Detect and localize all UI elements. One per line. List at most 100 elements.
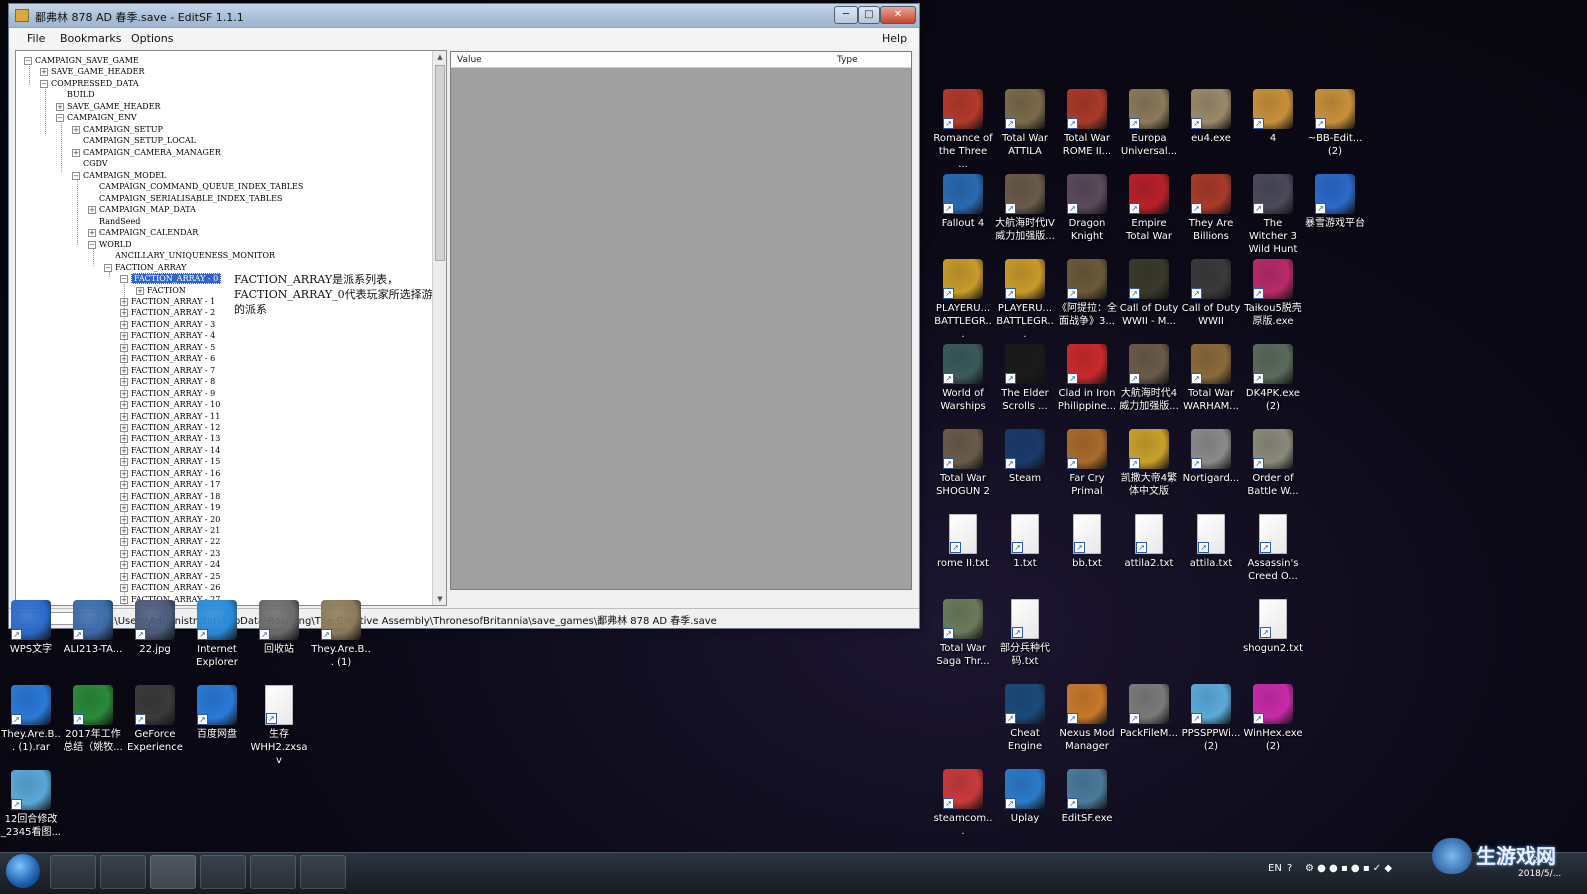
tree-node-faction[interactable]: + FACTION_ARRAY - 5 [120, 343, 215, 353]
desktop-icon[interactable]: ↗ Call of Duty WWII [1181, 259, 1241, 328]
menu-bookmarks[interactable]: Bookmarks [60, 32, 121, 45]
desktop-icon[interactable]: ↗ PPSSPPWi... (2) [1181, 684, 1241, 753]
desktop-icon[interactable]: ↗ 2017年工作总结（姚牧... [63, 685, 123, 754]
desktop-icon[interactable]: ↗ The Elder Scrolls ... [995, 344, 1055, 413]
desktop-icon[interactable]: ↗ steamcom... [933, 769, 993, 838]
tree-node[interactable]: ANCILLARY_UNIQUENESS_MONITOR [115, 251, 275, 261]
taskbar-browser-icon[interactable] [50, 855, 96, 889]
desktop-icon[interactable]: ↗ Order of Battle W... [1243, 429, 1303, 498]
desktop-icon[interactable]: ↗ Steam [995, 429, 1055, 485]
tree-node-faction[interactable]: + FACTION_ARRAY - 16 [120, 469, 220, 479]
tree-node-faction[interactable]: + FACTION_ARRAY - 21 [120, 526, 220, 536]
desktop-icon[interactable]: ↗ Total War SHOGUN 2 [933, 429, 993, 498]
desktop-icon[interactable]: ↗ ~BB-Edit... (2) [1305, 89, 1365, 158]
scroll-down-icon[interactable]: ▼ [433, 595, 446, 603]
tree-node-faction[interactable]: + FACTION_ARRAY - 6 [120, 354, 215, 364]
language-indicator[interactable]: EN [1268, 863, 1282, 874]
desktop-icon[interactable]: ↗ Romance of the Three ... [933, 89, 993, 171]
desktop-icon[interactable]: ↗ Europa Universal... [1119, 89, 1179, 158]
tree-node-faction[interactable]: + FACTION_ARRAY - 18 [120, 492, 220, 502]
desktop-icon[interactable]: ↗ Cheat Engine [995, 684, 1055, 753]
desktop-icon[interactable]: ↗ 1.txt [995, 514, 1055, 570]
tree-node[interactable]: CGDV [83, 159, 108, 169]
desktop-icon[interactable]: ↗ 暴雪游戏平台 [1305, 174, 1365, 230]
desktop-icon[interactable]: ↗ Total War ATTILA [995, 89, 1055, 158]
desktop-icon[interactable]: ↗ The Witcher 3 Wild Hunt [1243, 174, 1303, 256]
desktop-icon[interactable]: ↗ WPS文字 [1, 600, 61, 656]
desktop-icon[interactable]: ↗ They.Are.B... (1) [311, 600, 371, 669]
desktop-icon[interactable]: ↗ Total War ROME II... [1057, 89, 1117, 158]
desktop-icon[interactable]: ↗ 生存WHH2.zxsav [249, 685, 309, 767]
desktop-icon[interactable]: ↗ eu4.exe [1181, 89, 1241, 145]
desktop-icon[interactable]: ↗ 百度网盘 [187, 685, 247, 741]
tree-node[interactable]: + CAMPAIGN_SETUP [72, 125, 163, 135]
desktop-icon[interactable]: ↗ ALI213-TA... [63, 600, 123, 656]
tree-node-faction[interactable]: + FACTION_ARRAY - 13 [120, 434, 220, 444]
tree-node[interactable]: + FACTION [136, 286, 186, 296]
value-panel[interactable]: Value Type [450, 51, 912, 590]
tree-node[interactable]: − WORLD [88, 240, 132, 250]
tree-node[interactable]: CAMPAIGN_SERIALISABLE_INDEX_TABLES [99, 194, 282, 204]
minimize-button[interactable]: ─ [834, 6, 858, 24]
tree-node[interactable]: − FACTION_ARRAY [104, 263, 186, 273]
scroll-thumb[interactable] [435, 65, 445, 261]
menu-file[interactable]: File [27, 32, 45, 45]
start-button[interactable] [6, 854, 40, 888]
taskbar-tool-icon[interactable] [300, 855, 346, 889]
tree-node-faction[interactable]: + FACTION_ARRAY - 8 [120, 377, 215, 387]
tree-node-faction[interactable]: + FACTION_ARRAY - 2 [120, 308, 215, 318]
desktop-icon[interactable]: ↗ Total War Saga Thr... [933, 599, 993, 668]
desktop-icon[interactable]: ↗ 凯撒大帝4繁体中文版 [1119, 429, 1179, 498]
column-type[interactable]: Type [837, 55, 858, 65]
tree-node[interactable]: − COMPRESSED_DATA [40, 79, 139, 89]
desktop-icon[interactable]: ↗ PLAYERU... BATTLEGR... [995, 259, 1055, 341]
desktop-icon[interactable]: ↗ 大航海时代4 威力加强版... [1119, 344, 1179, 413]
tree-node[interactable]: − CAMPAIGN_ENV [56, 113, 137, 123]
desktop-icon[interactable]: ↗ Empire Total War [1119, 174, 1179, 243]
desktop-icon[interactable]: ↗ shogun2.txt [1243, 599, 1303, 655]
close-button[interactable]: ✕ [880, 6, 916, 24]
desktop-icon[interactable]: ↗ Total War WARHAM... [1181, 344, 1241, 413]
desktop-icon[interactable]: ↗ GeForce Experience [125, 685, 185, 754]
tree-node[interactable]: BUILD [67, 90, 95, 100]
desktop-icon[interactable]: ↗ They Are Billions [1181, 174, 1241, 243]
desktop-icon[interactable]: ↗ WinHex.exe (2) [1243, 684, 1303, 753]
desktop-icon[interactable]: ↗ rome II.txt [933, 514, 993, 570]
menu-help[interactable]: Help [882, 32, 907, 45]
desktop-icon[interactable]: ↗ They.Are.B... (1).rar [1, 685, 61, 754]
desktop-icon[interactable]: ↗ 4 [1243, 89, 1303, 145]
column-value[interactable]: Value [457, 55, 482, 65]
desktop-icon[interactable]: ↗ Assassin's Creed O... [1243, 514, 1303, 583]
desktop-icon[interactable]: ↗ Nexus Mod Manager [1057, 684, 1117, 753]
tree-node[interactable]: + CAMPAIGN_CALENDAR [88, 228, 198, 238]
desktop-icon[interactable]: ↗ attila2.txt [1119, 514, 1179, 570]
desktop-icon[interactable]: ↗ 回收站 [249, 600, 309, 656]
tree-node-faction[interactable]: + FACTION_ARRAY - 11 [120, 412, 220, 422]
tree-node-faction[interactable]: + FACTION_ARRAY - 10 [120, 400, 220, 410]
tree-node-faction[interactable]: + FACTION_ARRAY - 9 [120, 389, 215, 399]
tree-node-faction[interactable]: + FACTION_ARRAY - 26 [120, 583, 220, 593]
tree-node-faction[interactable]: + FACTION_ARRAY - 22 [120, 537, 220, 547]
desktop-icon[interactable]: ↗ Taikou5脱壳原版.exe [1243, 259, 1303, 328]
desktop-icon[interactable]: ↗ bb.txt [1057, 514, 1117, 570]
desktop-icon[interactable]: ↗ World of Warships [933, 344, 993, 413]
tree-node[interactable]: + SAVE_GAME_HEADER [40, 67, 145, 77]
tray-icons[interactable]: ⚙ ● ● ▪ ● ▪ ✓ ◆ [1305, 863, 1392, 874]
desktop-icon[interactable]: ↗ attila.txt [1181, 514, 1241, 570]
desktop-icon[interactable]: ↗ Far Cry Primal [1057, 429, 1117, 498]
tree-node[interactable]: − CAMPAIGN_MODEL [72, 171, 166, 181]
tree-node-faction[interactable]: + FACTION_ARRAY - 3 [120, 320, 215, 330]
tree-node-faction[interactable]: + FACTION_ARRAY - 7 [120, 366, 215, 376]
desktop-icon[interactable]: ↗ EditSF.exe [1057, 769, 1117, 825]
desktop-icon[interactable]: ↗ PackFileM... [1119, 684, 1179, 740]
tree-node-faction[interactable]: + FACTION_ARRAY - 20 [120, 515, 220, 525]
taskbar-folder-icon[interactable] [250, 855, 296, 889]
maximize-button[interactable]: □ [858, 6, 880, 24]
tree-node-faction[interactable]: + FACTION_ARRAY - 4 [120, 331, 215, 341]
tree-node-faction[interactable]: + FACTION_ARRAY - 12 [120, 423, 220, 433]
tree-node-faction[interactable]: + FACTION_ARRAY - 23 [120, 549, 220, 559]
desktop-icon[interactable]: ↗ 大航海时代IV 威力加强版... [995, 174, 1055, 243]
tree-view[interactable]: − CAMPAIGN_SAVE_GAME + SAVE_GAME_HEADER − C… [15, 50, 447, 606]
scroll-up-icon[interactable]: ▲ [433, 53, 446, 61]
tree-node-faction[interactable]: + FACTION_ARRAY - 19 [120, 503, 220, 513]
